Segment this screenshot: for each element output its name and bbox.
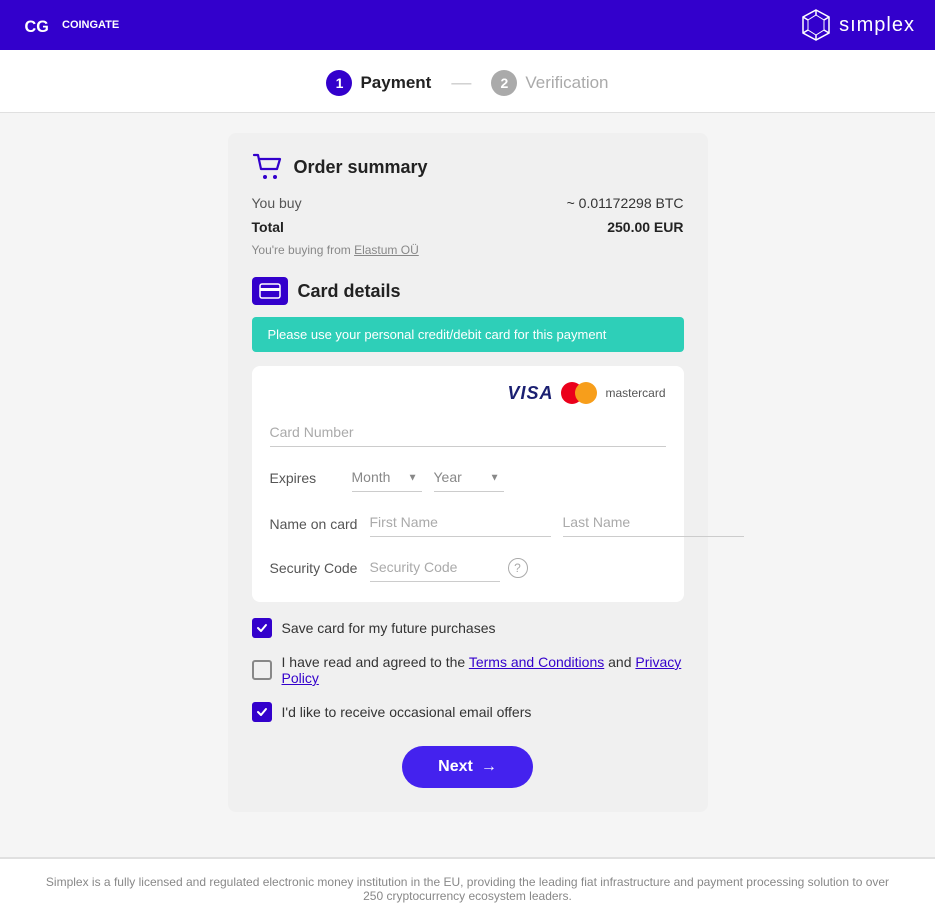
security-code-row: Security Code ? [270, 553, 666, 582]
you-buy-value: ~ 0.01172298 BTC [567, 195, 684, 211]
order-summary-header: Order summary [252, 153, 684, 181]
next-arrow-icon: → [481, 758, 497, 776]
last-name-input[interactable] [563, 508, 744, 537]
save-card-row[interactable]: Save card for my future purchases [252, 618, 684, 638]
name-on-card-row: Name on card [270, 508, 666, 537]
total-label: Total [252, 219, 284, 235]
buying-from: You're buying from Elastum OÜ [252, 243, 684, 257]
step-divider: — [451, 72, 471, 95]
simplex-icon [799, 8, 833, 42]
email-offers-row[interactable]: I'd like to receive occasional email off… [252, 702, 684, 722]
step2-num: 2 [491, 70, 517, 96]
mc-circle-right [575, 382, 597, 404]
terms-link[interactable]: Terms and Conditions [469, 654, 604, 670]
cart-icon [252, 153, 284, 181]
email-checkmark-icon [256, 706, 268, 718]
step-verification: 2 Verification [491, 70, 608, 96]
terms-row[interactable]: I have read and agreed to the Terms and … [252, 654, 684, 686]
card-form: VISA mastercard Expires Month [252, 366, 684, 602]
card-number-field [270, 418, 666, 447]
svg-text:CG: CG [25, 18, 49, 36]
you-buy-label: You buy [252, 195, 302, 211]
terms-text: I have read and agreed to the Terms and … [282, 654, 684, 686]
security-input-wrap: ? [370, 553, 528, 582]
year-select[interactable]: Year2024202520262027202820292030 [434, 463, 504, 492]
first-name-input[interactable] [370, 508, 551, 537]
total-value: 250.00 EUR [607, 219, 683, 235]
help-icon[interactable]: ? [508, 558, 528, 578]
security-code-input[interactable] [370, 553, 500, 582]
footer-text: Simplex is a fully licensed and regulate… [46, 875, 889, 903]
total-row: Total 250.00 EUR [252, 219, 684, 235]
save-card-checkbox[interactable] [252, 618, 272, 638]
month-select-wrap: Month010203040506070809101112 ▼ [352, 463, 422, 492]
header: CG COINGATE sımplex [0, 0, 935, 50]
step1-label: Payment [360, 73, 431, 93]
year-select-wrap: Year2024202520262027202820292030 ▼ [434, 463, 504, 492]
step2-label: Verification [525, 73, 608, 93]
coingate-text: COINGATE [62, 19, 119, 31]
card-icon [252, 277, 288, 305]
next-button-wrap: Next → [252, 746, 684, 788]
steps-nav: 1 Payment — 2 Verification [0, 50, 935, 113]
card-brands: VISA mastercard [270, 382, 666, 404]
content-box: Order summary You buy ~ 0.01172298 BTC T… [228, 133, 708, 812]
step-payment: 1 Payment [326, 70, 431, 96]
expires-row: Expires Month010203040506070809101112 ▼ … [270, 463, 666, 492]
simplex-name: sımplex [839, 14, 915, 37]
next-button-label: Next [438, 758, 473, 776]
buying-from-link[interactable]: Elastum OÜ [354, 243, 419, 257]
card-details-title: Card details [298, 281, 401, 302]
coingate-logo: CG COINGATE [20, 7, 119, 43]
security-code-label: Security Code [270, 560, 370, 576]
step1-num: 1 [326, 70, 352, 96]
card-details-header: Card details [252, 277, 684, 305]
main-content: Order summary You buy ~ 0.01172298 BTC T… [0, 113, 935, 857]
expires-label: Expires [270, 470, 340, 486]
name-inputs [370, 508, 744, 537]
order-summary-title: Order summary [294, 157, 428, 178]
email-offers-checkbox[interactable] [252, 702, 272, 722]
email-offers-label: I'd like to receive occasional email off… [282, 704, 532, 720]
save-card-label: Save card for my future purchases [282, 620, 496, 636]
mastercard-logo [561, 382, 597, 404]
next-button[interactable]: Next → [402, 746, 533, 788]
name-on-card-label: Name on card [270, 508, 370, 532]
card-notice: Please use your personal credit/debit ca… [252, 317, 684, 352]
mc-text: mastercard [605, 386, 665, 400]
terms-checkbox[interactable] [252, 660, 272, 680]
you-buy-row: You buy ~ 0.01172298 BTC [252, 195, 684, 211]
card-details-section: Card details Please use your personal cr… [252, 277, 684, 602]
credit-card-icon [259, 283, 281, 299]
simplex-logo: sımplex [799, 8, 915, 42]
card-number-input[interactable] [270, 418, 666, 447]
footer: Simplex is a fully licensed and regulate… [0, 858, 935, 919]
checkmark-icon [256, 622, 268, 634]
month-select[interactable]: Month010203040506070809101112 [352, 463, 422, 492]
visa-logo: VISA [507, 383, 553, 404]
